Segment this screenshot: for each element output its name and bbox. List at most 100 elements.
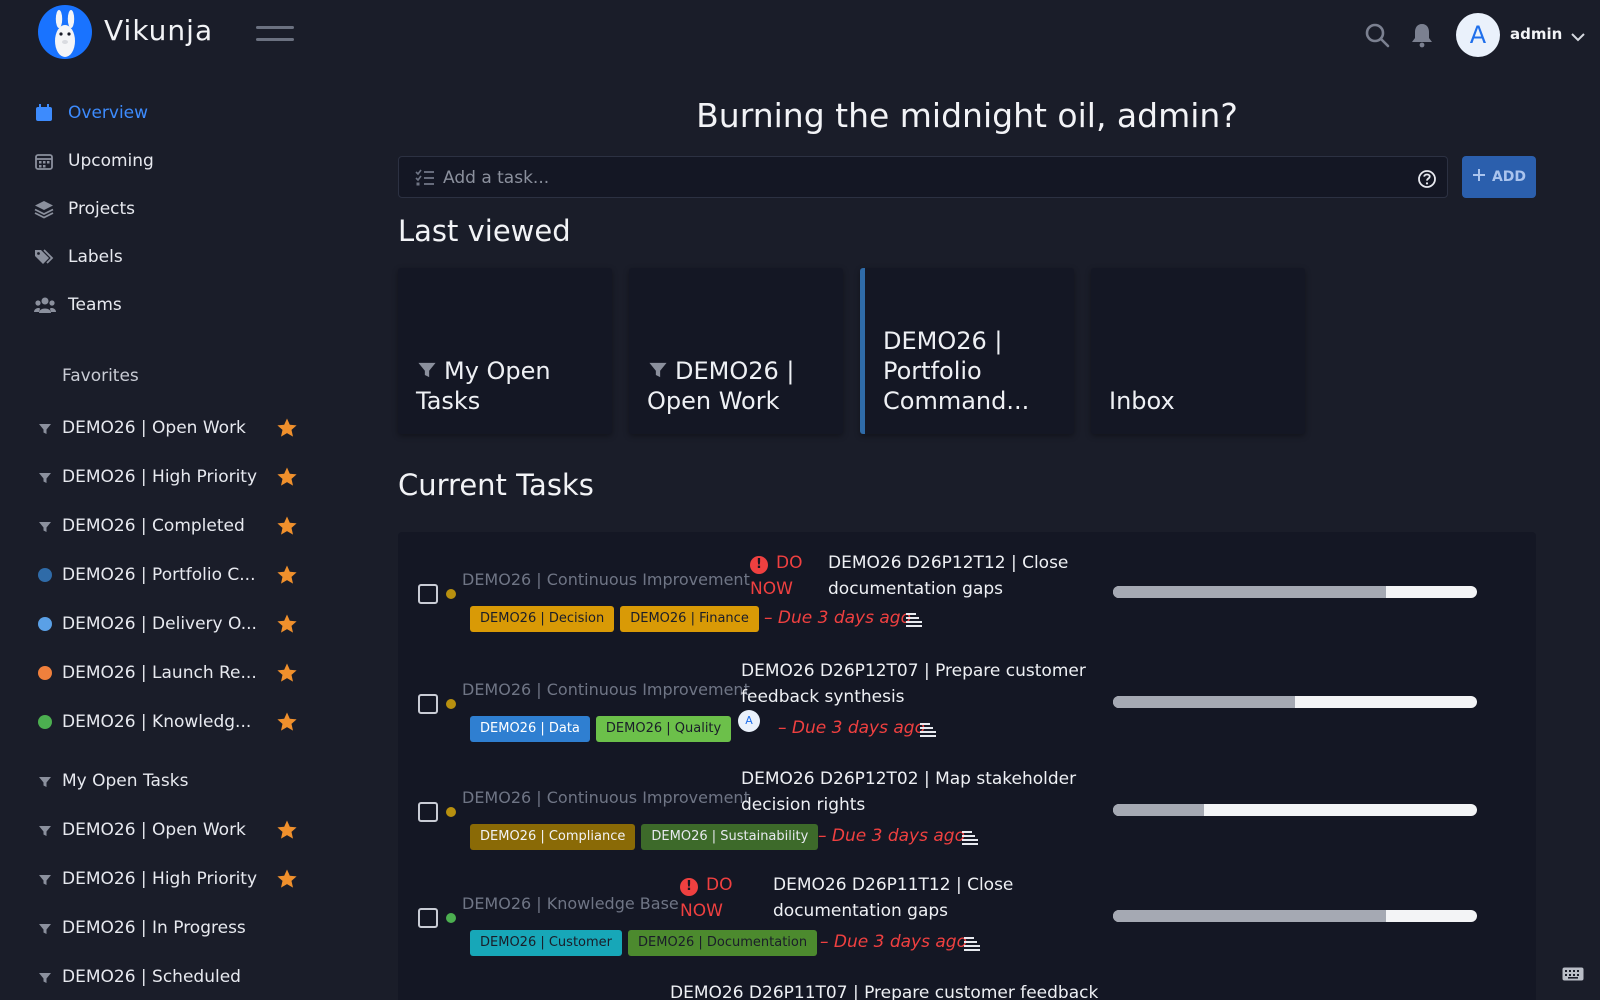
star-icon[interactable]: [276, 515, 298, 537]
brand-name[interactable]: Vikunja: [104, 14, 213, 47]
task-done-checkbox[interactable]: [418, 908, 438, 928]
last-viewed-heading: Last viewed: [398, 214, 571, 248]
task-project[interactable]: DEMO26 | Continuous Improvement: [462, 680, 750, 699]
task-project[interactable]: DEMO26 | Knowledge Base: [462, 894, 679, 913]
add-button-label: ADD: [1491, 169, 1527, 185]
task-title[interactable]: DEMO26 D26P12T02 | Map stakeholder decis…: [741, 766, 1108, 818]
exclamation-icon: !: [750, 556, 768, 574]
task-due-date: – Due 3 days ago: [820, 932, 967, 952]
star-icon[interactable]: [276, 466, 298, 488]
search-icon[interactable]: [1364, 22, 1390, 48]
label-tag: DEMO26 | Customer: [470, 930, 623, 956]
star-icon[interactable]: [276, 564, 298, 586]
task-project[interactable]: DEMO26 | Continuous Improvement: [462, 570, 750, 589]
nav-projects[interactable]: Projects: [34, 194, 135, 224]
help-icon[interactable]: [1417, 169, 1437, 189]
task-progress-fill: [1113, 586, 1386, 598]
filter-icon: [38, 421, 52, 435]
task-row[interactable]: DEMO26 | Knowledge Base! DO NOW DEMO26 D26…: [398, 854, 1536, 956]
bell-icon[interactable]: [1410, 22, 1434, 48]
layers-icon: [34, 199, 54, 219]
favorite-label: DEMO26 | High Priority: [62, 467, 258, 487]
task-title[interactable]: DEMO26 D26P11T12 | Close documentation g…: [773, 872, 1108, 924]
label-tag: DEMO26 | Quality: [595, 716, 732, 742]
star-icon[interactable]: [276, 819, 298, 841]
label-tag: DEMO26 | Sustainability: [641, 824, 819, 850]
last-viewed-card[interactable]: Inbox: [1091, 268, 1305, 434]
favorite-label: DEMO26 | Knowledg...: [62, 712, 252, 732]
last-viewed-card[interactable]: DEMO26 | Portfolio Command...: [860, 268, 1074, 434]
saved-filter-item[interactable]: DEMO26 | Scheduled: [38, 963, 298, 991]
vikunja-logo-icon[interactable]: [38, 5, 92, 59]
saved-filter-item[interactable]: DEMO26 | In Progress: [38, 914, 298, 942]
task-row[interactable]: DEMO26 | Continuous Improvement! DO NOW DE…: [398, 532, 1536, 632]
favorite-label: DEMO26 | Open Work: [62, 418, 246, 438]
favorite-item[interactable]: DEMO26 | Knowledg...: [38, 708, 298, 736]
task-labels: DEMO26 | Data DEMO26 | Quality: [470, 716, 732, 742]
top-bar: Vikunja A admin: [0, 0, 1600, 70]
user-avatar[interactable]: A: [1456, 13, 1500, 57]
description-icon: [906, 612, 922, 627]
task-project[interactable]: DEMO26 | Continuous Improvement: [462, 788, 750, 807]
last-viewed-card[interactable]: DEMO26 | Open Work: [629, 268, 843, 434]
favorite-item[interactable]: DEMO26 | High Priority: [38, 463, 298, 491]
user-name[interactable]: admin: [1510, 25, 1562, 43]
filter-icon: [38, 470, 52, 484]
star-icon[interactable]: [276, 711, 298, 733]
saved-filter-label: My Open Tasks: [62, 771, 189, 791]
nav-labels[interactable]: Labels: [34, 242, 123, 272]
current-tasks-panel: DEMO26 | Continuous Improvement! DO NOW DE…: [398, 532, 1536, 1000]
favorite-item[interactable]: DEMO26 | Open Work: [38, 414, 298, 442]
star-icon[interactable]: [276, 613, 298, 635]
nav-label: Labels: [68, 247, 123, 267]
task-title[interactable]: DEMO26 D26P11T07 | Prepare customer feed…: [670, 983, 1098, 1000]
favorite-item[interactable]: DEMO26 | Completed: [38, 512, 298, 540]
menu-toggle-icon[interactable]: [256, 24, 294, 46]
star-icon[interactable]: [276, 662, 298, 684]
calendar-icon: [34, 103, 54, 123]
project-color-dot: [38, 617, 52, 631]
nav-teams[interactable]: Teams: [34, 290, 122, 320]
favorite-item[interactable]: DEMO26 | Delivery O...: [38, 610, 298, 638]
card-title: DEMO26 | Open Work: [647, 356, 831, 416]
star-icon[interactable]: [276, 868, 298, 890]
filter-icon: [38, 970, 52, 984]
filter-icon: [38, 823, 52, 837]
favorite-label: DEMO26 | Completed: [62, 516, 245, 536]
task-title[interactable]: DEMO26 D26P12T12 | Close documentation g…: [828, 550, 1108, 602]
saved-filter-item[interactable]: DEMO26 | High Priority: [38, 865, 298, 893]
task-progress-bar: [1113, 910, 1477, 922]
task-done-checkbox[interactable]: [418, 802, 438, 822]
task-due-date: – Due 3 days ago: [764, 608, 911, 628]
add-task-button[interactable]: ADD: [1462, 156, 1536, 198]
chevron-down-icon[interactable]: [1570, 28, 1586, 42]
favorite-item[interactable]: DEMO26 | Portfolio C...: [38, 561, 298, 589]
task-list-icon: [415, 169, 435, 187]
saved-filter-item[interactable]: My Open Tasks: [38, 767, 298, 795]
last-viewed-card[interactable]: My Open Tasks: [398, 268, 612, 434]
nav-overview[interactable]: Overview: [34, 98, 148, 128]
task-row[interactable]: DEMO26 | Continuous Improvement DEMO26 D2…: [398, 638, 1536, 742]
add-task-field[interactable]: [398, 156, 1448, 198]
keyboard-shortcuts-icon[interactable]: [1562, 966, 1584, 981]
favorite-label: DEMO26 | Portfolio C...: [62, 565, 256, 585]
task-progress-bar: [1113, 586, 1477, 598]
card-title-text: Inbox: [1109, 387, 1175, 415]
project-color-dot: [446, 913, 456, 923]
task-progress-bar: [1113, 804, 1477, 816]
favorite-item[interactable]: DEMO26 | Launch Re...: [38, 659, 298, 687]
task-done-checkbox[interactable]: [418, 694, 438, 714]
project-color-dot: [38, 715, 52, 729]
description-icon: [920, 722, 936, 737]
saved-filter-label: DEMO26 | High Priority: [62, 869, 258, 889]
card-title: My Open Tasks: [416, 356, 600, 416]
label-tag: DEMO26 | Finance: [620, 606, 759, 632]
saved-filter-item[interactable]: DEMO26 | Open Work: [38, 816, 298, 844]
task-row[interactable]: DEMO26 | Continuous Improvement DEMO26 D2…: [398, 748, 1536, 850]
task-title[interactable]: DEMO26 D26P12T07 | Prepare customer feed…: [741, 658, 1108, 710]
task-done-checkbox[interactable]: [418, 584, 438, 604]
add-task-input[interactable]: [443, 163, 1383, 193]
star-icon[interactable]: [276, 417, 298, 439]
label-tag: DEMO26 | Documentation: [628, 930, 818, 956]
nav-upcoming[interactable]: Upcoming: [34, 146, 154, 176]
